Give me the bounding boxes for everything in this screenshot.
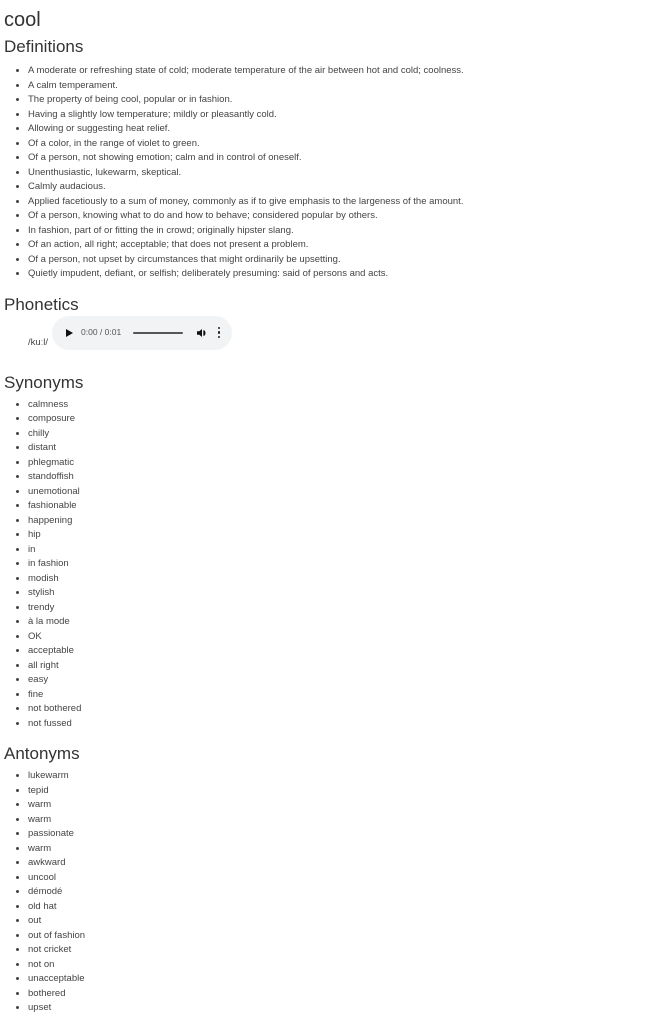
synonym-item: composure <box>28 412 649 427</box>
antonyms-heading: Antonyms <box>4 744 80 763</box>
antonym-item: warm <box>28 813 649 828</box>
definition-item: Of a color, in the range of violet to gr… <box>28 137 649 152</box>
synonym-item: not bothered <box>28 702 649 717</box>
definition-item: Of a person, not upset by circumstances … <box>28 253 649 268</box>
definition-item: Of a person, knowing what to do and how … <box>28 209 649 224</box>
audio-player[interactable]: 0:00 / 0:01 <box>52 315 232 350</box>
synonym-item: modish <box>28 572 649 587</box>
antonym-item: uncool <box>28 871 649 886</box>
synonym-item: OK <box>28 630 649 645</box>
synonym-item: calmness <box>28 398 649 413</box>
more-options-icon[interactable] <box>217 326 221 339</box>
definition-item: A calm temperament. <box>28 79 649 94</box>
antonym-item: not cricket <box>28 943 649 958</box>
synonym-item: happening <box>28 514 649 529</box>
antonym-item: old hat <box>28 900 649 915</box>
synonyms-list: calmnesscomposurechillydistantphlegmatic… <box>4 398 649 732</box>
synonym-item: acceptable <box>28 644 649 659</box>
synonyms-heading: Synonyms <box>4 372 84 392</box>
synonym-item: phlegmatic <box>28 456 649 471</box>
synonym-item: in <box>28 543 649 558</box>
synonym-item: standoffish <box>28 470 649 485</box>
antonym-item: warm <box>28 842 649 857</box>
definition-item: Calmly audacious. <box>28 180 649 195</box>
antonym-item: out of fashion <box>28 929 649 944</box>
antonym-item: passionate <box>28 827 649 842</box>
antonym-item: unacceptable <box>28 972 649 987</box>
antonym-item: out <box>28 914 649 929</box>
antonym-item: démodé <box>28 885 649 900</box>
definition-item: A moderate or refreshing state of cold; … <box>28 64 649 79</box>
synonym-item: all right <box>28 659 649 674</box>
dictionary-page: cool Definitions A moderate or refreshin… <box>0 0 653 1016</box>
definition-item: Allowing or suggesting heat relief. <box>28 122 649 137</box>
play-icon[interactable] <box>66 328 73 337</box>
antonym-item: bothered <box>28 987 649 1002</box>
antonyms-list: lukewarmtepidwarmwarmpassionatewarmawkwa… <box>4 769 649 1016</box>
phonetic-item: 0:00 / 0:01 /kuːl/ <box>28 315 649 362</box>
definition-item: The property of being cool, popular or i… <box>28 93 649 108</box>
antonym-item: warm <box>28 798 649 813</box>
synonym-item: hip <box>28 528 649 543</box>
definition-item: Of an action, all right; acceptable; tha… <box>28 238 649 253</box>
volume-icon[interactable] <box>197 328 207 338</box>
audio-seek-slider[interactable] <box>133 331 184 334</box>
synonym-item: fine <box>28 688 649 703</box>
synonym-item: chilly <box>28 427 649 442</box>
phonetic-text: /kuːl/ <box>28 336 49 348</box>
synonym-item: distant <box>28 441 649 456</box>
definition-item: Having a slightly low temperature; mildl… <box>28 108 649 123</box>
definition-item: Applied facetiously to a sum of money, c… <box>28 195 649 210</box>
synonym-item: fashionable <box>28 499 649 514</box>
phonetics-heading: Phonetics <box>4 294 79 314</box>
audio-time: 0:00 / 0:01 <box>81 327 122 338</box>
phonetics-list: 0:00 / 0:01 /kuːl/ <box>4 315 649 362</box>
synonym-item: stylish <box>28 586 649 601</box>
antonym-item: upset <box>28 1001 649 1016</box>
synonym-item: not fussed <box>28 717 649 732</box>
synonym-item: unemotional <box>28 485 649 500</box>
antonym-item: not on <box>28 958 649 973</box>
synonym-item: in fashion <box>28 557 649 572</box>
word-title: cool <box>4 9 41 31</box>
definition-item: Of a person, not showing emotion; calm a… <box>28 151 649 166</box>
definitions-list: A moderate or refreshing state of cold; … <box>4 64 649 282</box>
antonym-item: tepid <box>28 784 649 799</box>
antonym-item: lukewarm <box>28 769 649 784</box>
synonym-item: à la mode <box>28 615 649 630</box>
synonym-item: trendy <box>28 601 649 616</box>
synonym-item: easy <box>28 673 649 688</box>
definition-item: In fashion, part of or fitting the in cr… <box>28 224 649 239</box>
definition-item: Unenthusiastic, lukewarm, skeptical. <box>28 166 649 181</box>
definition-item: Quietly impudent, defiant, or selfish; d… <box>28 267 649 282</box>
antonym-item: awkward <box>28 856 649 871</box>
definitions-heading: Definitions <box>4 37 84 56</box>
